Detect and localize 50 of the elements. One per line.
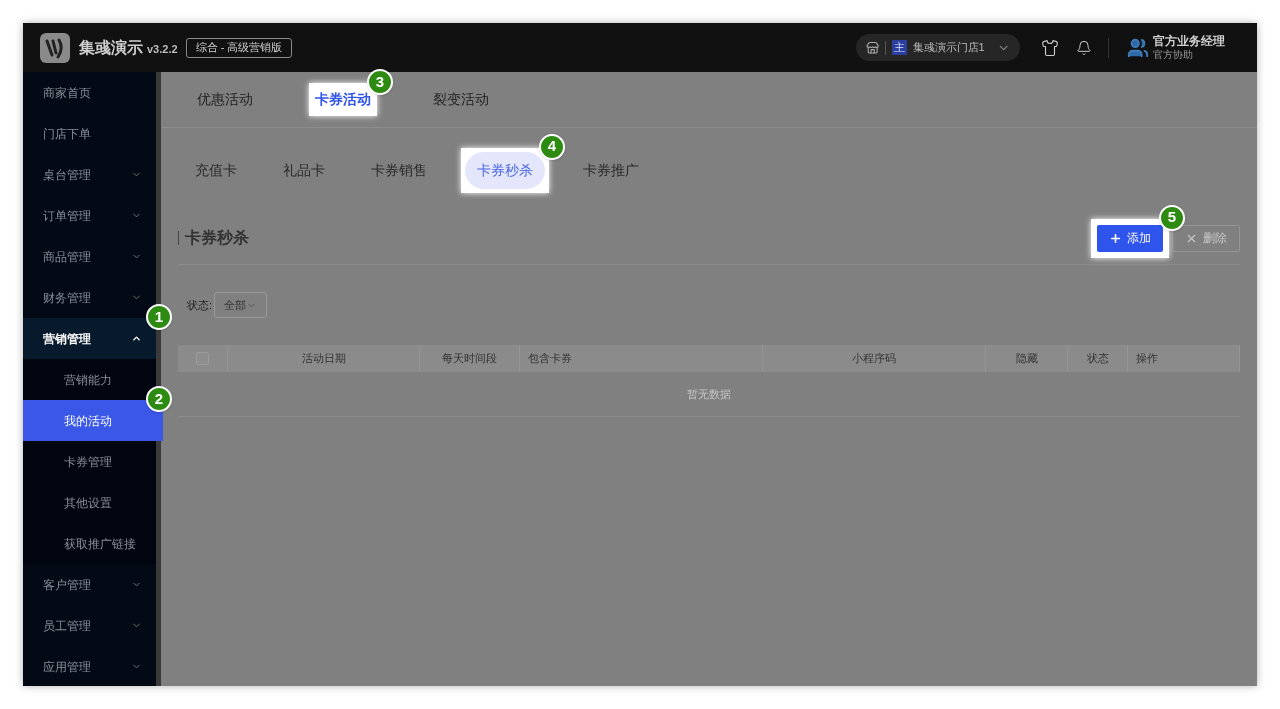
- sub-tab[interactable]: 充值卡: [183, 151, 249, 189]
- sidebar-item[interactable]: 员工管理: [23, 605, 156, 646]
- chevron-up-icon: [131, 333, 142, 344]
- sidebar-item[interactable]: 桌台管理: [23, 154, 156, 195]
- step-badge: 5: [1159, 204, 1185, 231]
- sidebar-subitem[interactable]: 其他设置: [23, 482, 156, 523]
- column-header: 状态: [1086, 351, 1109, 367]
- status-select[interactable]: 全部: [214, 292, 268, 318]
- sidebar-item[interactable]: 门店下单: [23, 113, 156, 154]
- tab[interactable]: 裂变活动: [427, 83, 495, 116]
- sidebar-item[interactable]: 客户管理: [23, 564, 156, 605]
- store-icon: [866, 40, 880, 55]
- sub-tab[interactable]: 礼品卡: [271, 151, 337, 189]
- tab[interactable]: 卡券活动: [309, 83, 377, 116]
- brand-name: 集彧演示: [79, 37, 143, 58]
- column-header: 活动日期: [301, 351, 346, 367]
- store-name: 集彧演示门店1: [912, 40, 985, 56]
- column-header: 包含卡券: [528, 351, 572, 367]
- logo-icon: [40, 32, 70, 63]
- column-header: 操作: [1136, 351, 1158, 367]
- filter-label: 状态:: [187, 297, 213, 313]
- sidebar-item[interactable]: 订单管理: [23, 195, 156, 236]
- plus-icon: [1109, 231, 1122, 245]
- sidebar-item[interactable]: 商家首页: [23, 72, 156, 113]
- sub-tab[interactable]: 卡券销售: [359, 151, 439, 189]
- sidebar-subitem[interactable]: 营销能力: [23, 359, 156, 400]
- section-title: 卡券秒杀: [185, 228, 250, 248]
- step-badge: 4: [539, 133, 565, 160]
- sidebar-item[interactable]: 应用管理: [23, 646, 156, 686]
- store-selector[interactable]: 主 集彧演示门店1: [856, 34, 1020, 61]
- user-name[interactable]: 官方业务经理: [1153, 33, 1225, 49]
- bell-icon[interactable]: [1076, 39, 1092, 56]
- store-badge: 主: [892, 40, 907, 55]
- edition-badge: 综合 - 高级营销版: [185, 37, 293, 58]
- empty-message: 暂无数据: [687, 386, 731, 402]
- version-label: v3.2.2: [147, 41, 178, 57]
- sidebar-item[interactable]: 商品管理: [23, 236, 156, 277]
- add-button[interactable]: 添加: [1097, 224, 1163, 252]
- sub-tab[interactable]: 卡券秒杀: [465, 151, 545, 189]
- sidebar-item[interactable]: 营销管理: [23, 318, 156, 359]
- tab[interactable]: 优惠活动: [191, 83, 259, 116]
- shirt-icon[interactable]: [1041, 38, 1059, 57]
- users-icon: [1127, 36, 1149, 59]
- column-header: 隐藏: [1015, 351, 1038, 367]
- column-header: 小程序码: [852, 351, 896, 367]
- sidebar-subitem[interactable]: 获取推广链接: [23, 523, 156, 564]
- column-header: 每天时间段: [442, 351, 497, 367]
- user-role: 官方协助: [1153, 48, 1194, 62]
- sidebar-subitem[interactable]: 卡券管理: [23, 441, 156, 482]
- sub-tab[interactable]: 卡券推广: [571, 151, 651, 189]
